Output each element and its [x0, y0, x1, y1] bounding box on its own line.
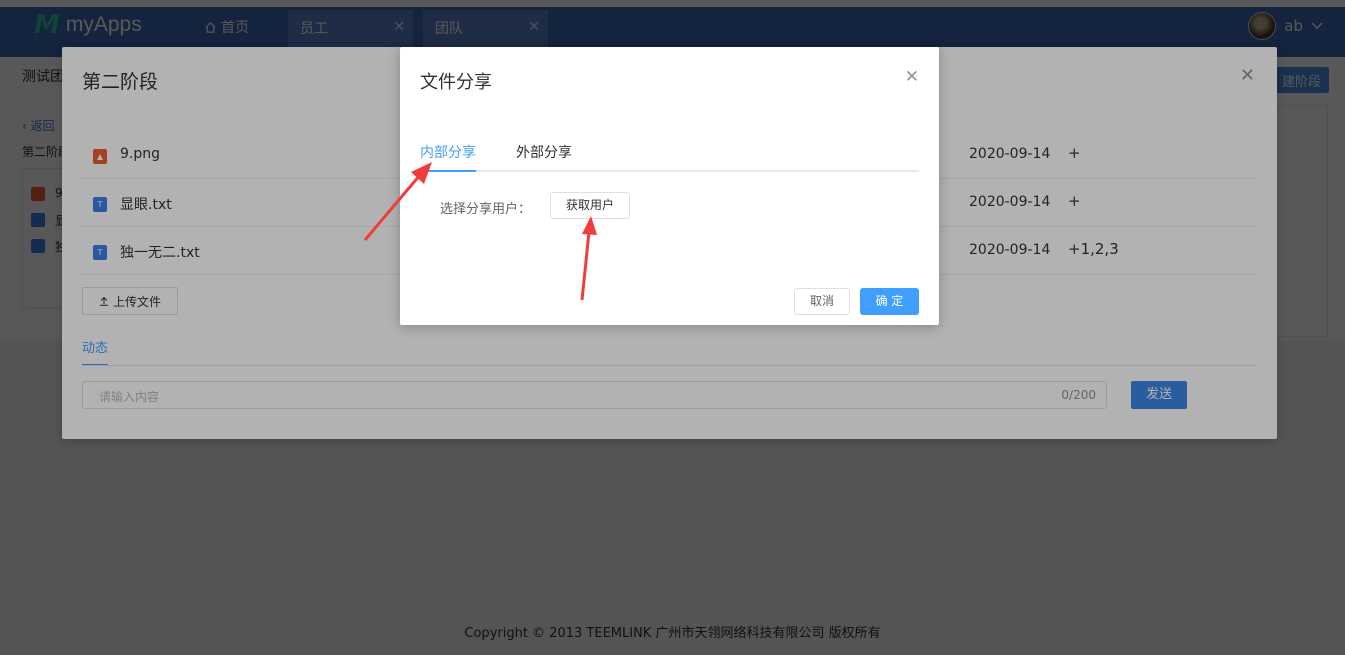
share-tabs: 内部分享 外部分享	[420, 142, 919, 172]
tab-external-share[interactable]: 外部分享	[516, 142, 572, 172]
tab-internal-share[interactable]: 内部分享	[420, 142, 476, 172]
cancel-button[interactable]: 取消	[794, 288, 850, 315]
confirm-button[interactable]: 确 定	[860, 288, 919, 315]
select-share-users-label: 选择分享用户：	[440, 202, 532, 217]
get-users-button[interactable]: 获取用户	[550, 192, 630, 219]
close-icon[interactable]: ✕	[905, 67, 919, 87]
file-share-dialog: 文件分享 ✕ 内部分享 外部分享 选择分享用户： 获取用户 取消 确 定	[400, 47, 939, 325]
share-dialog-title: 文件分享	[420, 72, 492, 93]
